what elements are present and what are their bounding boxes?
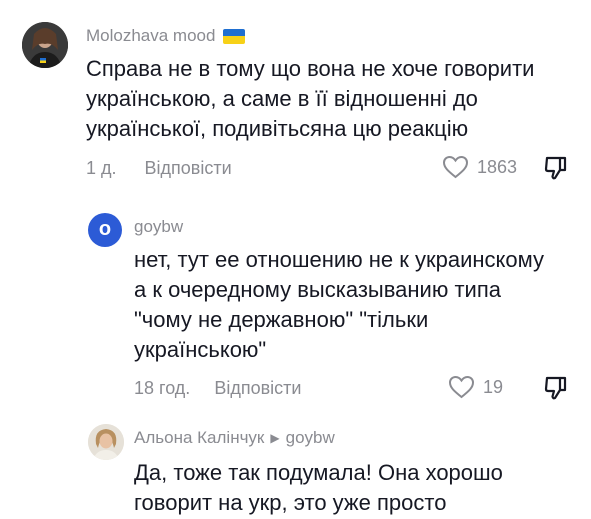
username[interactable]: Molozhava mood: [86, 26, 215, 46]
like-button[interactable]: 19: [448, 375, 503, 399]
thumbs-down-icon[interactable]: [543, 155, 569, 186]
timestamp: 18 год.: [134, 378, 191, 398]
comment-3-header: Альона Калінчук ▶ goybw: [134, 428, 335, 448]
like-button[interactable]: 1863: [442, 155, 517, 179]
avatar-goybw[interactable]: o: [88, 213, 122, 247]
like-count: 1863: [477, 156, 518, 177]
avatar-letter: o: [98, 218, 112, 240]
heart-outline-icon: [448, 375, 475, 399]
comment-meta: 18 год. Відповісти: [134, 378, 301, 399]
avatar-molozhava[interactable]: [22, 22, 68, 68]
like-count: 19: [483, 376, 504, 397]
timestamp: 1 д.: [86, 158, 117, 178]
ukraine-flag-icon: [223, 28, 246, 44]
comment-text: Да, тоже так подумала! Она хорошо говори…: [134, 460, 503, 515]
play-triangle-icon: ▶: [270, 431, 280, 445]
reply-button[interactable]: Відповісти: [145, 158, 232, 179]
comment-2-header: goybw: [134, 217, 183, 237]
reply-to-username[interactable]: goybw: [286, 428, 335, 448]
avatar-alona[interactable]: [88, 424, 124, 460]
username[interactable]: Альона Калінчук: [134, 428, 264, 448]
comment-meta: 1 д. Відповісти: [86, 158, 232, 179]
comment-text: Справа не в тому що вона не хоче говорит…: [86, 56, 535, 141]
comment-1-header: Molozhava mood: [86, 26, 246, 46]
reply-button[interactable]: Відповісти: [214, 378, 301, 399]
heart-outline-icon: [442, 155, 469, 179]
thumbs-down-icon[interactable]: [543, 375, 569, 406]
username[interactable]: goybw: [134, 217, 183, 237]
comment-text: нет, тут ее отношению не к украинскому а…: [134, 247, 545, 362]
